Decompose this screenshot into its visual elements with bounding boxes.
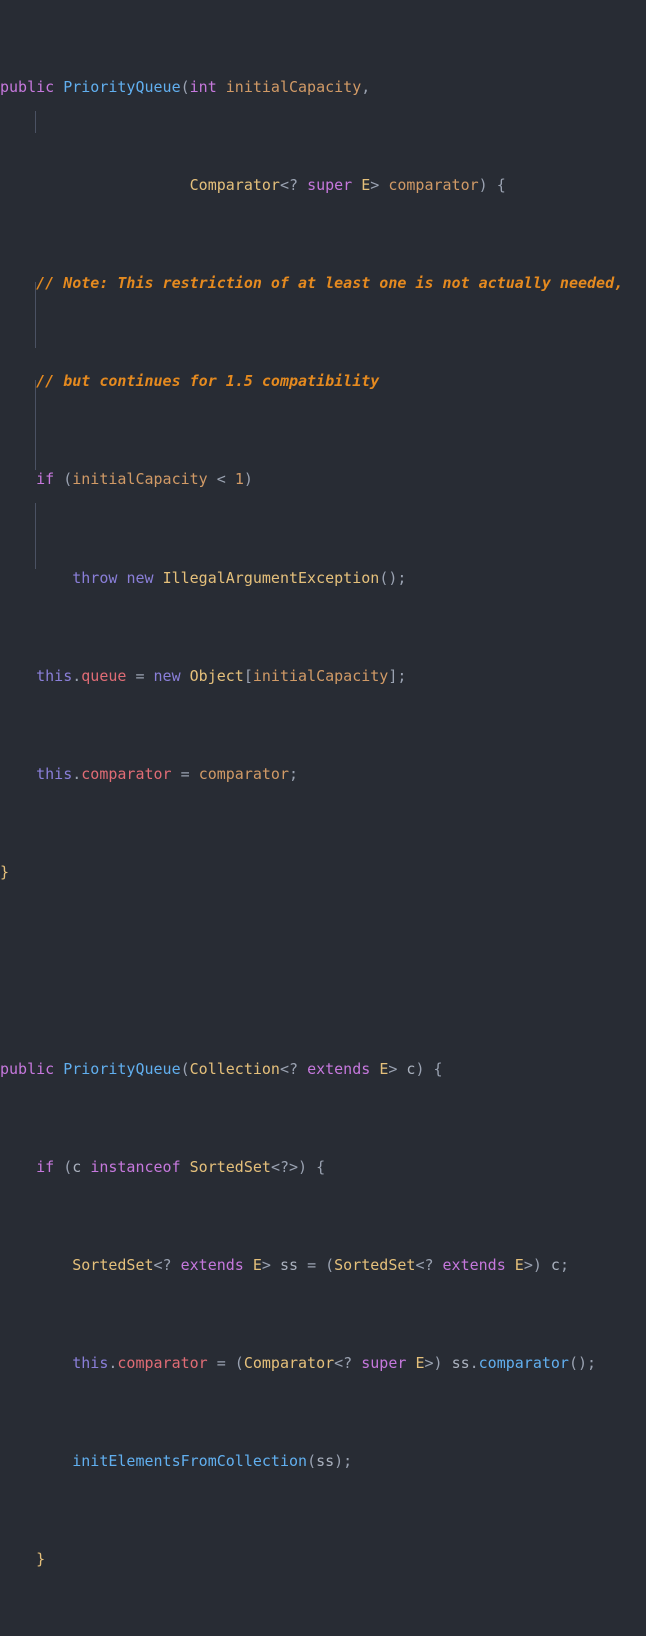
code-line[interactable]: this.comparator = (Comparator<? super E>… [0,1351,646,1376]
code-line[interactable]: // but continues for 1.5 compatibility [0,369,646,394]
code-line[interactable]: initElementsFromCollection(ss); [0,1449,646,1474]
code-line[interactable]: this.queue = new Object[initialCapacity]… [0,664,646,689]
code-line[interactable]: throw new IllegalArgumentException(); [0,566,646,591]
code-editor-viewport[interactable]: public PriorityQueue(int initialCapacity… [0,0,646,1568]
code-line[interactable]: } [0,1547,646,1572]
code-line[interactable] [0,958,646,983]
code-line[interactable]: public PriorityQueue(int initialCapacity… [0,75,646,100]
code-line[interactable]: Comparator<? super E> comparator) { [0,173,646,198]
code-line[interactable]: public PriorityQueue(Collection<? extend… [0,1057,646,1082]
code-line[interactable]: if (initialCapacity < 1) [0,467,646,492]
code-line[interactable]: } [0,860,646,885]
code-line[interactable]: if (c instanceof SortedSet<?>) { [0,1155,646,1180]
code-line[interactable]: // Note: This restriction of at least on… [0,271,646,296]
code-content[interactable]: public PriorityQueue(int initialCapacity… [0,0,646,1636]
code-line[interactable]: SortedSet<? extends E> ss = (SortedSet<?… [0,1253,646,1278]
code-line[interactable]: this.comparator = comparator; [0,762,646,787]
